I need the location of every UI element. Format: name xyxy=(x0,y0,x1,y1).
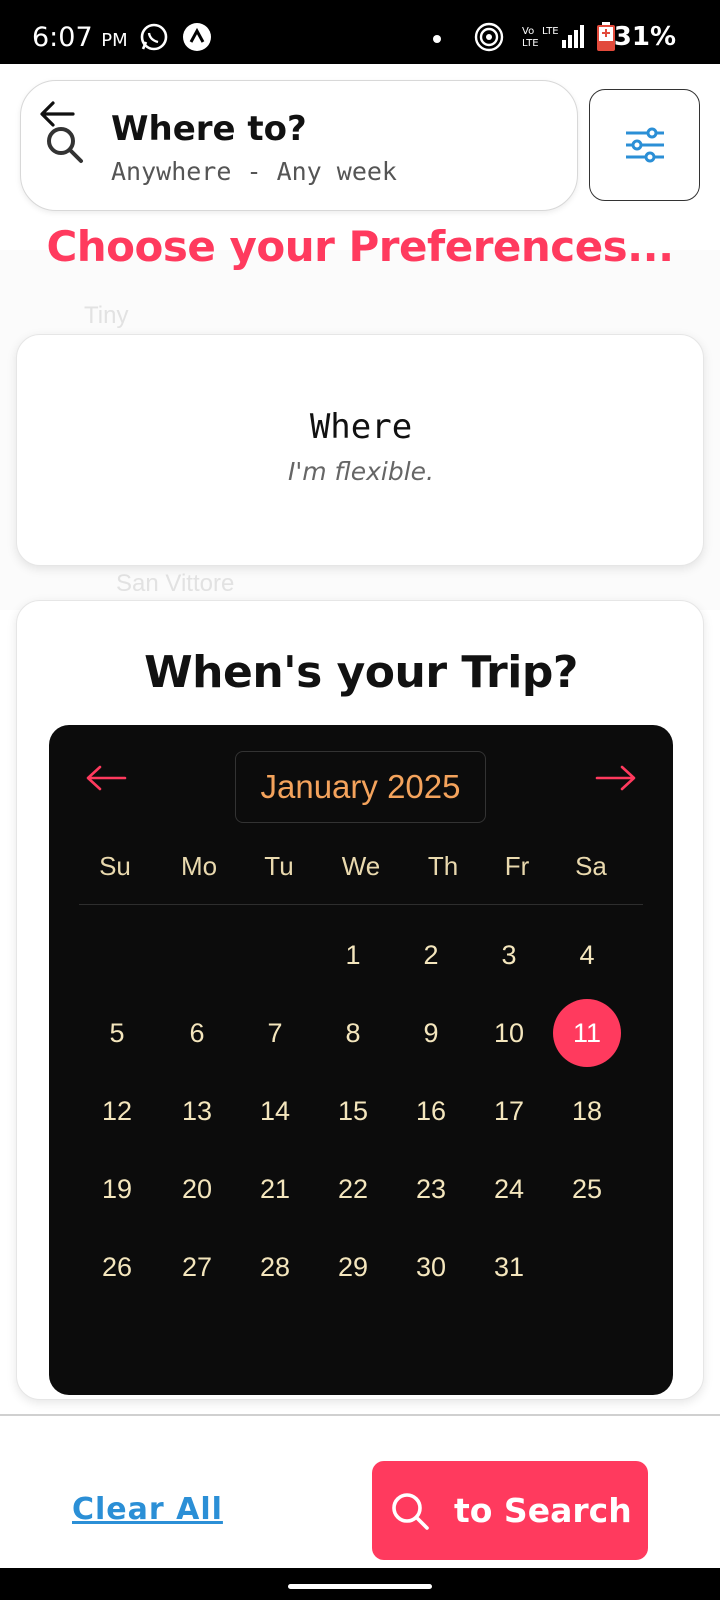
system-nav-bar xyxy=(0,1568,720,1600)
prev-month-arrow-icon[interactable] xyxy=(85,763,127,793)
app-notification-icon xyxy=(183,23,211,51)
weekday-label: Sa xyxy=(575,851,607,881)
whatsapp-icon xyxy=(140,23,168,51)
calendar-day[interactable]: 26 xyxy=(83,1233,151,1301)
calendar-day[interactable]: 19 xyxy=(83,1155,151,1223)
calendar-day[interactable]: 20 xyxy=(163,1155,231,1223)
calendar-day[interactable]: 4 xyxy=(553,921,621,989)
calendar-day[interactable]: 12 xyxy=(83,1077,151,1145)
bottom-bar: Clear All to Search xyxy=(0,1414,720,1568)
calendar-day[interactable]: 22 xyxy=(319,1155,387,1223)
calendar-day[interactable]: 13 xyxy=(163,1077,231,1145)
calendar-day[interactable]: 24 xyxy=(475,1155,543,1223)
status-time-value: 6:07 xyxy=(32,22,93,53)
weekday-label: We xyxy=(341,851,381,881)
search-button[interactable]: to Search xyxy=(372,1461,648,1560)
status-time: 6:07 PM xyxy=(32,22,128,53)
calendar-day[interactable]: 17 xyxy=(475,1077,543,1145)
status-ampm: PM xyxy=(101,30,128,51)
svg-text:LTE: LTE xyxy=(522,38,539,49)
page-title: Choose your Preferences... xyxy=(46,222,674,271)
search-subtitle: Anywhere - Any week xyxy=(111,157,397,186)
svg-text:Vo: Vo xyxy=(522,26,534,37)
calendar-day[interactable]: 31 xyxy=(475,1233,543,1301)
svg-text:LTE: LTE xyxy=(542,26,559,37)
dot-icon xyxy=(433,35,441,43)
volte-icon: Vo LTE LTE xyxy=(522,25,584,49)
home-handle[interactable] xyxy=(288,1584,432,1589)
calendar-day[interactable]: 27 xyxy=(163,1233,231,1301)
weekday-header: Su Mo Tu We Th Fr Sa xyxy=(79,835,643,905)
calendar-day[interactable]: 14 xyxy=(241,1077,309,1145)
calendar-day[interactable]: 6 xyxy=(163,999,231,1067)
calendar-day[interactable]: 30 xyxy=(397,1233,465,1301)
search-button-label: to Search xyxy=(454,1491,632,1530)
calendar-day[interactable]: 29 xyxy=(319,1233,387,1301)
month-selector[interactable]: January 2025 xyxy=(235,751,486,823)
calendar-day[interactable]: 3 xyxy=(475,921,543,989)
calendar-day[interactable]: 23 xyxy=(397,1155,465,1223)
search-icon xyxy=(388,1489,432,1533)
search-title: Where to? xyxy=(111,109,307,149)
calendar-day[interactable]: 16 xyxy=(397,1077,465,1145)
weekday-label: Tu xyxy=(264,851,294,881)
when-card: When's your Trip? January 2025 Su Mo Tu We T… xyxy=(16,600,704,1400)
weekday-label: Mo xyxy=(180,851,218,881)
search-icon xyxy=(47,127,83,163)
search-bar[interactable]: Where to? Anywhere - Any week xyxy=(20,80,578,211)
sliders-icon xyxy=(625,127,664,163)
calendar-day[interactable]: 15 xyxy=(319,1077,387,1145)
calendar: January 2025 Su Mo Tu We Th Fr Sa 1 2 3 4 5 6 7 8 9 10 1… xyxy=(49,725,673,1395)
battery-percent: 31% xyxy=(613,22,676,52)
next-month-arrow-icon[interactable] xyxy=(595,763,637,793)
calendar-day[interactable]: 21 xyxy=(241,1155,309,1223)
weekday-label: Su xyxy=(99,851,131,881)
calendar-day[interactable]: 7 xyxy=(241,999,309,1067)
calendar-day[interactable]: 5 xyxy=(83,999,151,1067)
ghost-label: San Vittore xyxy=(116,570,235,597)
ghost-label: Tiny xyxy=(84,302,129,329)
clear-all-link[interactable]: Clear All xyxy=(72,1492,223,1527)
weekday-label: Th xyxy=(427,851,459,881)
calendar-day[interactable]: 25 xyxy=(553,1155,621,1223)
weekday-label: Fr xyxy=(504,851,530,881)
status-bar: 6:07 PM Vo LTE LTE 31% xyxy=(0,0,720,64)
calendar-day[interactable]: 10 xyxy=(475,999,543,1067)
where-title: Where xyxy=(309,407,413,447)
where-card[interactable]: Where I'm flexible. xyxy=(16,334,704,566)
calendar-day[interactable]: 28 xyxy=(241,1233,309,1301)
calendar-day[interactable]: 8 xyxy=(319,999,387,1067)
calendar-day-selected[interactable]: 11 xyxy=(553,999,621,1067)
calendar-day[interactable]: 18 xyxy=(553,1077,621,1145)
when-title: When's your Trip? xyxy=(144,647,578,698)
where-subtitle: I'm flexible. xyxy=(288,457,434,486)
calendar-day[interactable]: 2 xyxy=(397,921,465,989)
filter-button[interactable] xyxy=(589,89,700,201)
calendar-day[interactable]: 1 xyxy=(319,921,387,989)
calendar-day[interactable]: 9 xyxy=(397,999,465,1067)
hotspot-icon xyxy=(474,22,504,52)
